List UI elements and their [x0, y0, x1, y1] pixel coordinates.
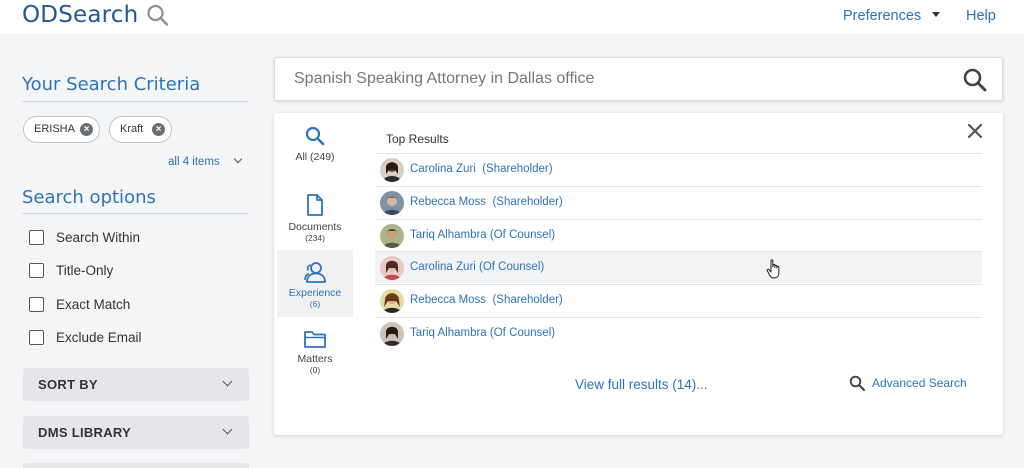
top-bar: ODSearch Preferences Help	[0, 0, 1024, 34]
accordion-partial[interactable]	[23, 463, 249, 468]
remove-chip-icon[interactable]: ×	[152, 123, 165, 136]
divider	[22, 213, 249, 214]
result-row[interactable]: Carolina Zuri (Of Counsel)	[375, 251, 982, 283]
result-name-link[interactable]: Rebecca Moss (Shareholder)	[410, 196, 563, 208]
avatar	[380, 322, 404, 346]
chip-label: Kraft	[120, 123, 144, 135]
tab-experience[interactable]: Experience (6)	[277, 250, 353, 317]
option-label: Title-Only	[56, 263, 114, 278]
result-row[interactable]: Rebecca Moss (Shareholder)	[375, 284, 982, 316]
accordion-label: DMS LIBRARY	[38, 425, 132, 440]
chevron-down-icon[interactable]	[233, 154, 243, 164]
avatar	[380, 289, 404, 313]
avatar	[380, 224, 404, 248]
tab-label: All (249)	[295, 151, 335, 163]
tab-documents[interactable]: Documents (234)	[277, 193, 353, 249]
result-row[interactable]: Carolina Zuri (Shareholder)	[375, 153, 982, 185]
sort-by-accordion[interactable]: SORT BY	[23, 368, 249, 401]
view-full-results-link[interactable]: View full results (14)...	[575, 377, 708, 392]
search-icon	[305, 126, 325, 146]
search-bar	[274, 57, 1003, 101]
search-options-title: Search options	[22, 187, 156, 208]
result-name-link[interactable]: Rebecca Moss (Shareholder)	[410, 294, 563, 306]
results-panel: All (249) Documents (234) Experience (6)…	[274, 113, 1003, 435]
divider	[22, 101, 249, 102]
tab-label: Documents	[288, 221, 342, 233]
search-icon[interactable]	[962, 67, 988, 93]
result-name-link[interactable]: Tariq Alhambra (Of Counsel)	[410, 229, 555, 241]
tab-count: (234)	[305, 233, 325, 243]
folder-icon	[304, 331, 326, 348]
chip-label: ERISHA	[34, 123, 75, 135]
exclude-email-checkbox[interactable]	[29, 330, 44, 345]
tab-matters[interactable]: Matters (0)	[277, 329, 353, 385]
search-input[interactable]	[294, 70, 934, 88]
all-items-toggle[interactable]: all 4 items	[168, 156, 220, 168]
tab-count: (0)	[309, 365, 321, 375]
tab-label: Experience	[288, 287, 342, 299]
tab-label: Matters	[297, 353, 333, 365]
exact-match-checkbox[interactable]	[29, 297, 44, 312]
search-criteria-title: Your Search Criteria	[22, 74, 201, 95]
result-row[interactable]: Tariq Alhambra (Of Counsel)	[375, 219, 982, 251]
remove-chip-icon[interactable]: ×	[80, 123, 93, 136]
dms-library-accordion[interactable]: DMS LIBRARY	[23, 416, 249, 449]
top-results-heading: Top Results	[386, 132, 449, 146]
search-icon	[849, 375, 866, 392]
help-link[interactable]: Help	[966, 8, 996, 24]
people-icon	[304, 262, 326, 283]
preferences-menu[interactable]: Preferences	[843, 8, 921, 24]
result-row[interactable]: Tariq Alhambra (Of Counsel)	[375, 317, 982, 349]
criteria-chip: ERISHA ×	[23, 116, 100, 143]
search-icon	[147, 4, 169, 26]
caret-down-icon[interactable]	[932, 12, 940, 17]
avatar	[380, 191, 404, 215]
hand-cursor-icon	[766, 259, 780, 279]
document-icon	[307, 194, 323, 216]
advanced-search-label: Advanced Search	[872, 376, 967, 390]
result-row[interactable]: Rebecca Moss (Shareholder)	[375, 186, 982, 218]
accordion-label: SORT BY	[38, 377, 98, 392]
logo-text[interactable]: ODSearch	[22, 2, 138, 28]
chevron-down-icon	[222, 376, 233, 387]
chevron-down-icon	[222, 424, 233, 435]
close-icon[interactable]	[967, 123, 983, 139]
tab-all[interactable]: All (249)	[277, 125, 353, 181]
search-within-checkbox[interactable]	[29, 230, 44, 245]
result-name-link[interactable]: Carolina Zuri (Of Counsel)	[410, 261, 544, 273]
result-name-link[interactable]: Carolina Zuri (Shareholder)	[410, 163, 553, 175]
option-label: Exact Match	[56, 297, 131, 312]
avatar	[380, 158, 404, 182]
option-label: Exclude Email	[56, 330, 142, 345]
result-name-link[interactable]: Tariq Alhambra (Of Counsel)	[410, 327, 555, 339]
option-label: Search Within	[56, 230, 141, 245]
avatar	[380, 256, 404, 280]
criteria-chip: Kraft ×	[109, 116, 172, 143]
title-only-checkbox[interactable]	[29, 263, 44, 278]
tab-count: (6)	[309, 299, 321, 309]
